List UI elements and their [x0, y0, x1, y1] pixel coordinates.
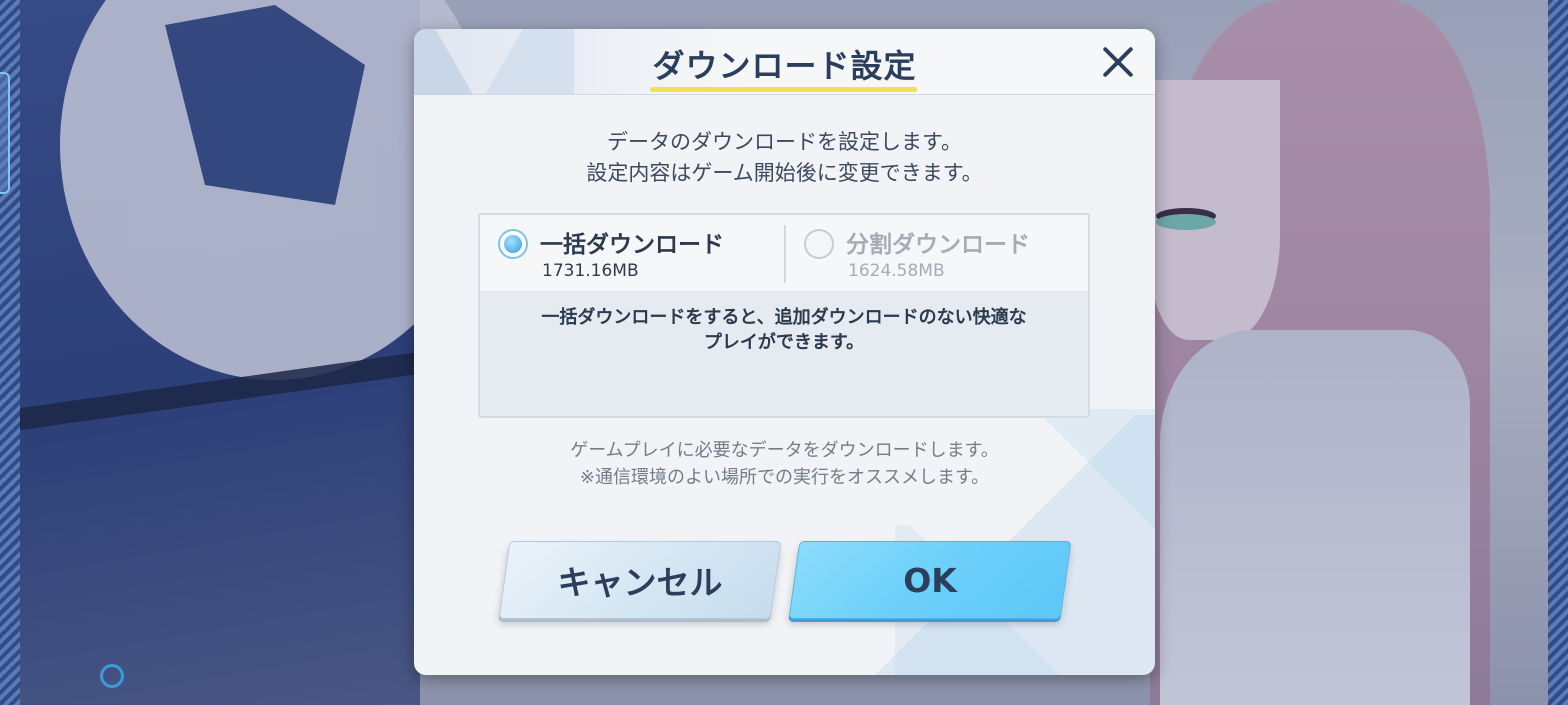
background-character-face [1150, 80, 1280, 340]
right-border-stripe [1548, 0, 1568, 705]
cancel-button-label: キャンセル [557, 563, 723, 602]
dialog-description: データのダウンロードを設定します。 設定内容はゲーム開始後に変更できます。 [414, 127, 1155, 189]
note-line-1: ゲームプレイに必要なデータをダウンロードします。 [570, 440, 999, 461]
option-size: 1731.16MB [542, 261, 639, 281]
title-underline [650, 87, 917, 92]
option-split-download[interactable]: 分割ダウンロード 1624.58MB [804, 225, 1084, 285]
background-character-coat [1160, 330, 1470, 705]
dialog-header: ダウンロード設定 [414, 29, 1155, 95]
left-edge-tab[interactable] [0, 72, 10, 194]
note-line-2: ※通信環境のよい場所での実行をオススメします。 [579, 467, 990, 488]
download-options-box: 一括ダウンロード 1731.16MB 分割ダウンロード 1624.58MB 一括… [478, 213, 1090, 418]
option-bulk-download[interactable]: 一括ダウンロード 1731.16MB [498, 225, 778, 285]
option-label: 一括ダウンロード [540, 232, 724, 258]
option-description-area: 一括ダウンロードをすると、追加ダウンロードのない快適な プレイができます。 [480, 291, 1088, 416]
cancel-button[interactable]: キャンセル [498, 541, 782, 619]
close-icon[interactable] [1100, 44, 1136, 80]
option-divider [784, 225, 786, 283]
option-label: 分割ダウンロード [846, 232, 1030, 258]
option-description: 一括ダウンロードをすると、追加ダウンロードのない快適な プレイができます。 [541, 307, 1027, 353]
radio-unselected-icon[interactable] [804, 229, 834, 259]
ok-button-label: OK [903, 560, 957, 600]
download-note: ゲームプレイに必要なデータをダウンロードします。 ※通信環境のよい場所での実行を… [414, 437, 1155, 491]
dialog-title: ダウンロード設定 [652, 47, 917, 85]
description-line-1: データのダウンロードを設定します。 [607, 130, 962, 154]
radio-selected-icon[interactable] [498, 229, 528, 259]
option-size: 1624.58MB [848, 261, 945, 281]
ok-button[interactable]: OK [788, 541, 1072, 619]
background-character-eye [1156, 214, 1216, 230]
description-line-2: 設定内容はゲーム開始後に変更できます。 [586, 161, 983, 185]
loading-ring-icon [100, 664, 124, 688]
download-settings-dialog: ダウンロード設定 データのダウンロードを設定します。 設定内容はゲーム開始後に変… [414, 29, 1155, 675]
